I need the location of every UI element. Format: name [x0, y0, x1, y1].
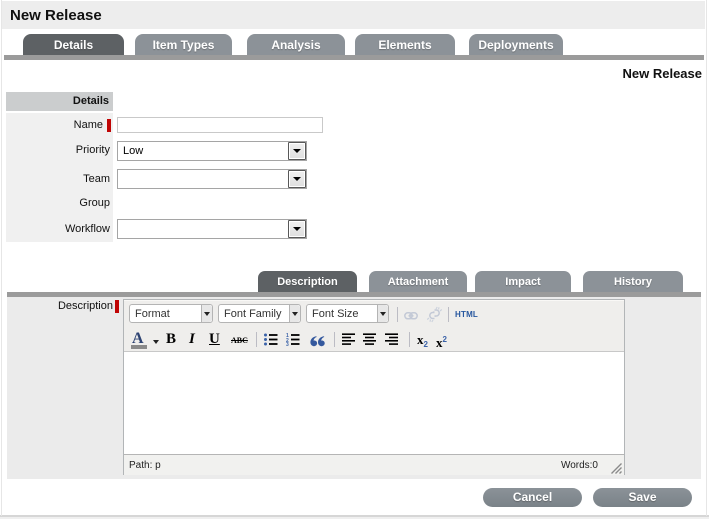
svg-text:3: 3 — [286, 342, 289, 346]
